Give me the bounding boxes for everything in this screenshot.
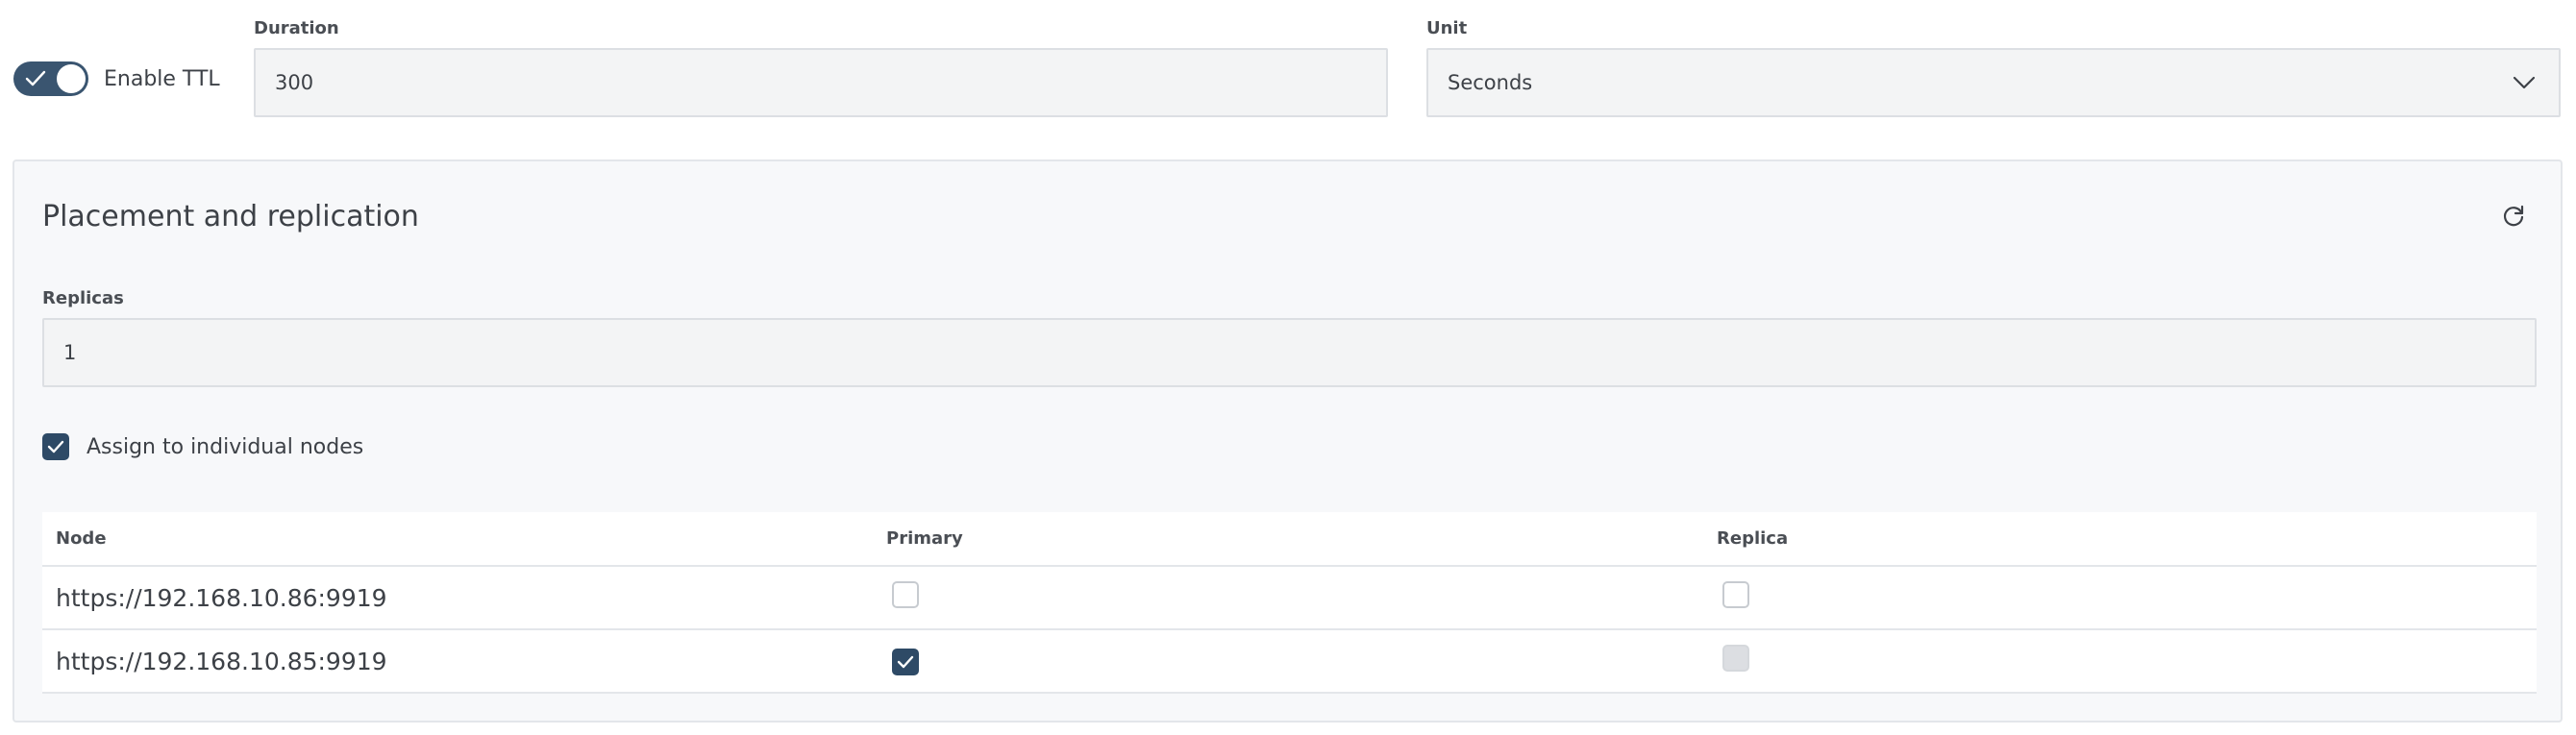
check-icon [25, 70, 46, 86]
panel-title: Placement and replication [42, 200, 419, 233]
replicas-value: 1 [63, 341, 77, 364]
column-header-replica: Replica [1703, 512, 2537, 567]
replicas-label: Replicas [42, 288, 124, 308]
table-header-row: Node Primary Replica [42, 512, 2537, 567]
toggle-knob [57, 64, 86, 93]
replica-checkbox-disabled [1722, 645, 1749, 672]
assign-nodes-checkbox[interactable] [42, 433, 69, 460]
table-row: https://192.168.10.86:9919 [42, 566, 2537, 630]
enable-ttl-label: Enable TTL [104, 66, 220, 91]
ttl-toggle-row: Enable TTL [13, 61, 220, 96]
check-icon [897, 655, 914, 668]
primary-checkbox[interactable] [892, 648, 919, 675]
duration-input[interactable]: 300 [254, 48, 1388, 117]
chevron-down-icon [2513, 76, 2536, 89]
primary-checkbox[interactable] [892, 581, 919, 608]
node-url: https://192.168.10.86:9919 [42, 566, 873, 630]
assign-nodes-row: Assign to individual nodes [42, 433, 363, 460]
duration-label: Duration [254, 18, 339, 38]
column-header-node: Node [42, 512, 873, 567]
node-url: https://192.168.10.85:9919 [42, 629, 873, 694]
placement-panel: Placement and replication Replicas 1 Ass… [12, 159, 2563, 723]
check-icon [47, 440, 64, 453]
duration-value: 300 [275, 71, 314, 94]
unit-select[interactable]: Seconds [1426, 48, 2561, 117]
nodes-table: Node Primary Replica https://192.168.10.… [42, 512, 2537, 694]
replica-checkbox[interactable] [1722, 581, 1749, 608]
enable-ttl-toggle[interactable] [13, 61, 88, 96]
refresh-icon[interactable] [2501, 204, 2526, 229]
replicas-input[interactable]: 1 [42, 318, 2537, 387]
assign-nodes-label: Assign to individual nodes [87, 434, 364, 459]
unit-label: Unit [1426, 18, 1468, 38]
table-row: https://192.168.10.85:9919 [42, 629, 2537, 694]
unit-value: Seconds [1448, 71, 1533, 94]
column-header-primary: Primary [873, 512, 1703, 567]
